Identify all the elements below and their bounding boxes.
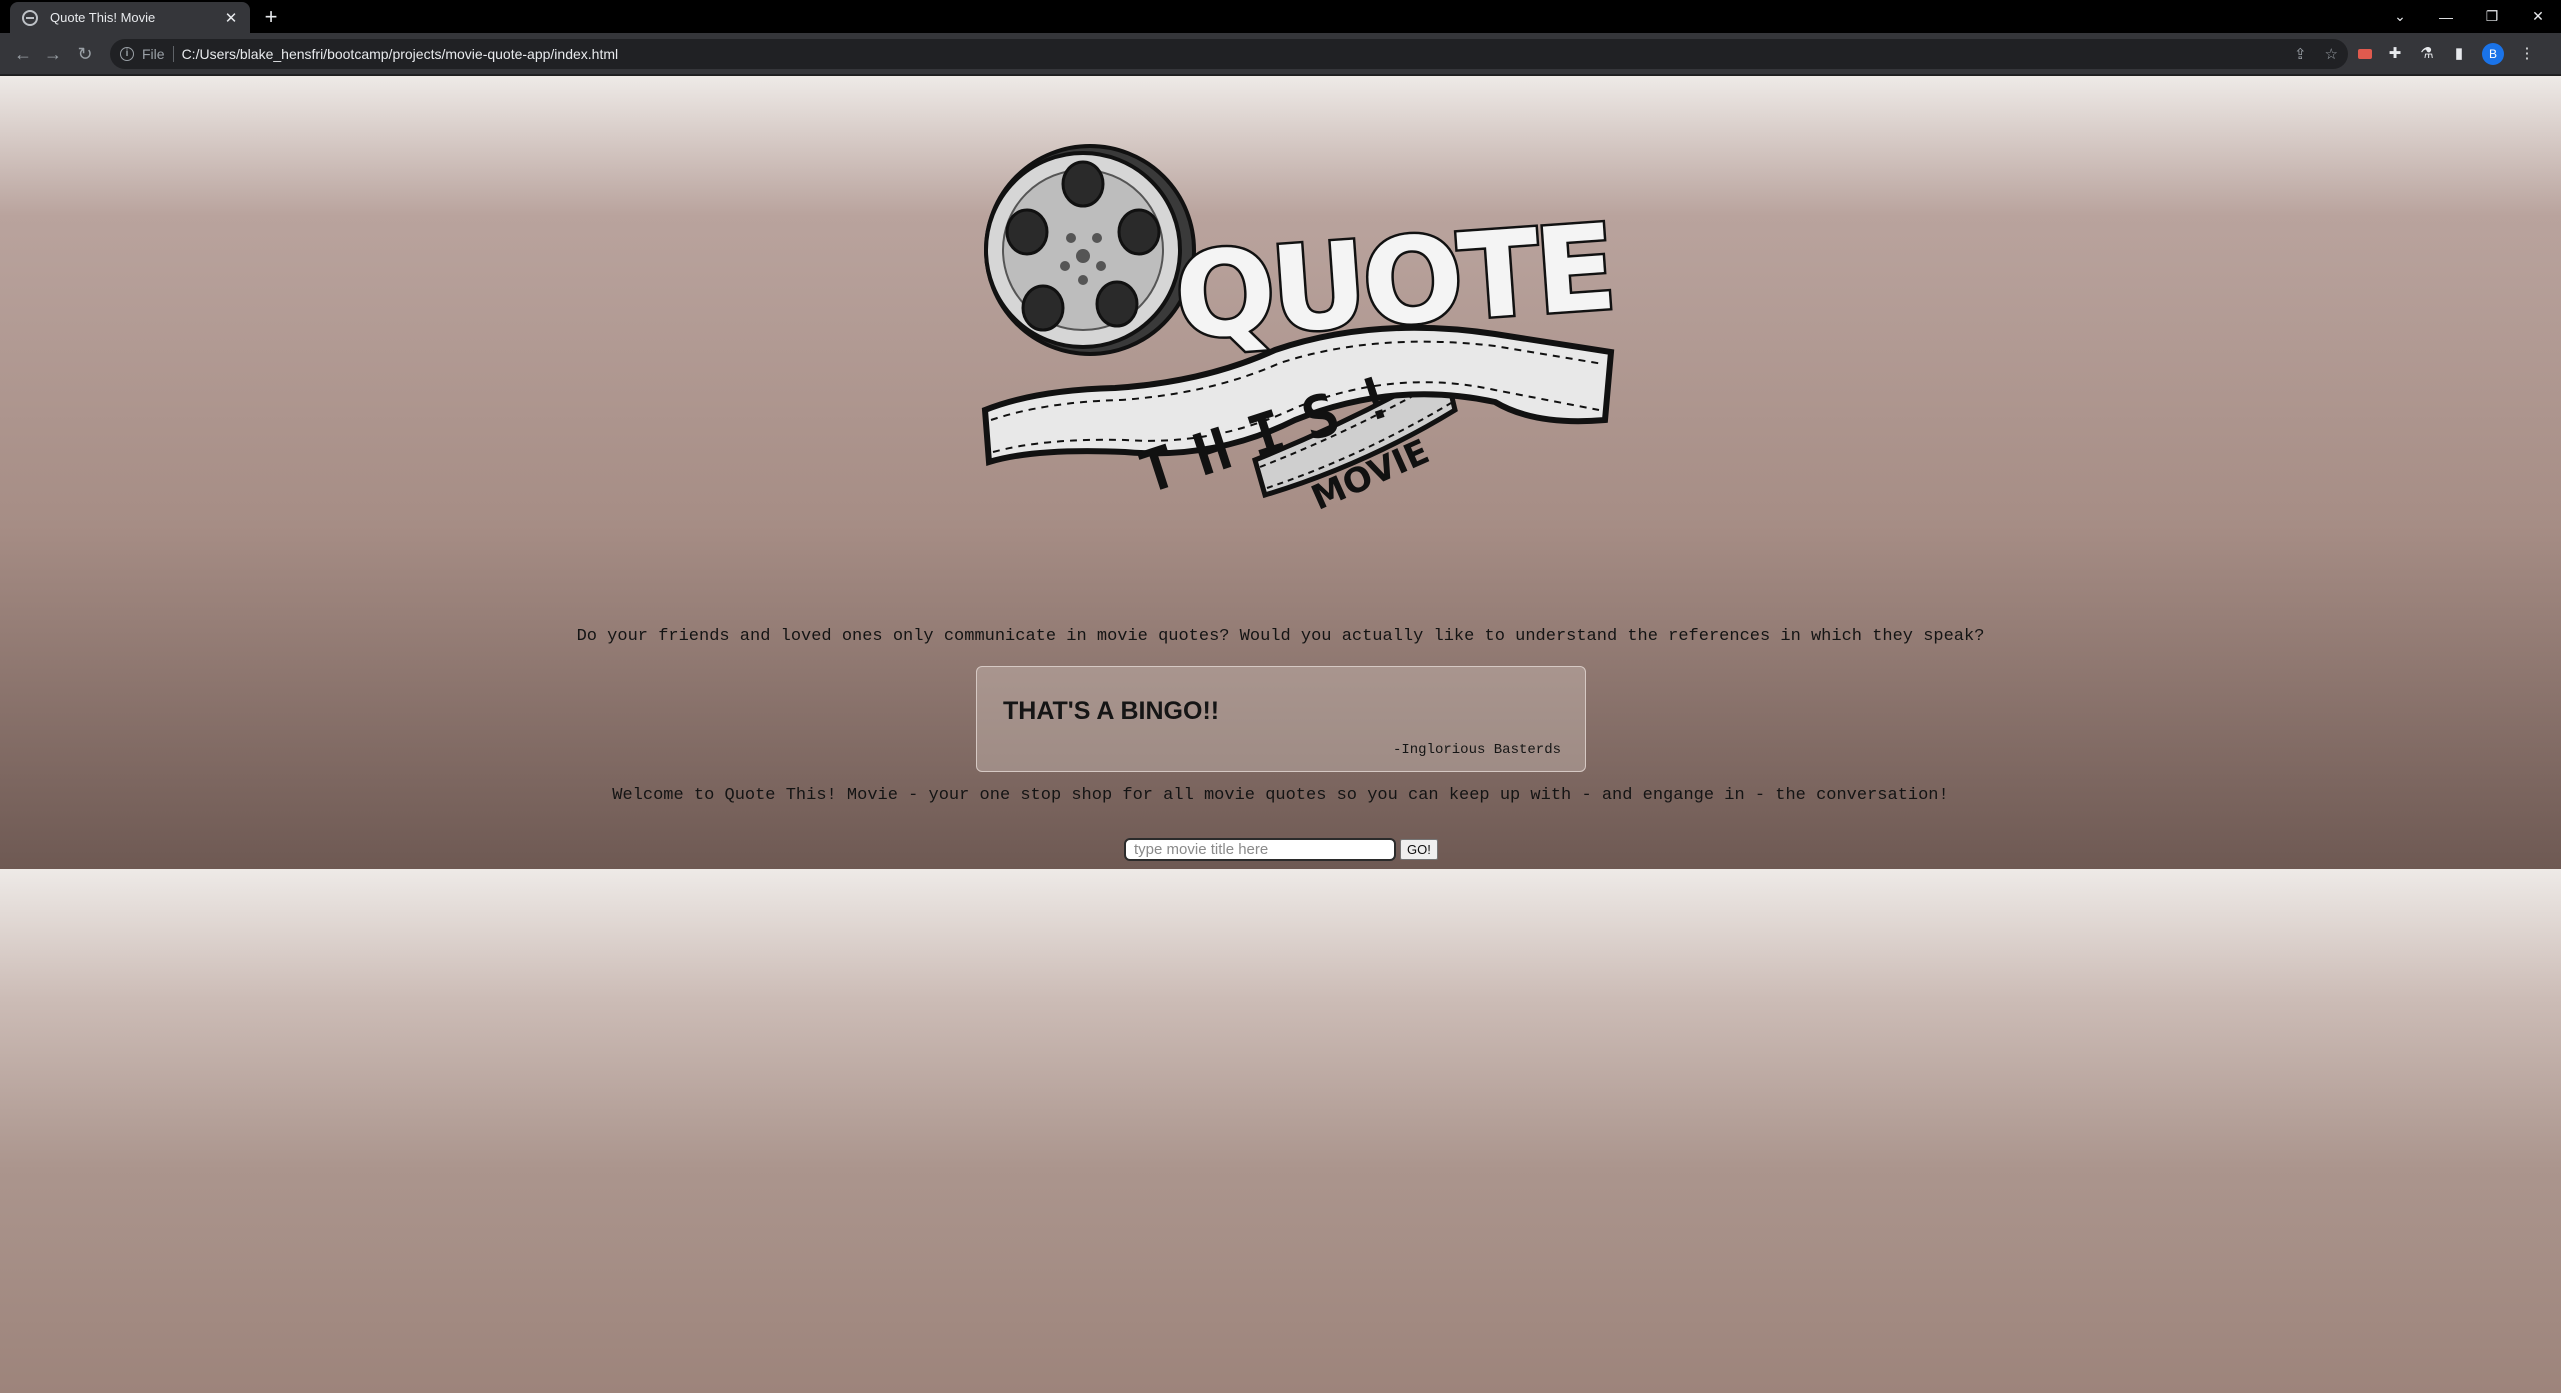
- new-tab-button[interactable]: +: [258, 4, 284, 30]
- quote-text: THAT'S A BINGO!!: [1003, 697, 1220, 725]
- tab-strip: Quote This! Movie ✕ + ⌄ — ❐ ✕: [0, 0, 2561, 33]
- restore-button[interactable]: ❐: [2469, 8, 2515, 25]
- page-viewport: QUOTE THIS! MOVIE Do your friends and lo…: [0, 76, 2561, 1393]
- welcome-text: Welcome to Quote This! Movie - your one …: [612, 786, 1949, 805]
- back-arrow-icon[interactable]: ←: [10, 41, 36, 67]
- forward-arrow-icon[interactable]: →: [40, 41, 66, 67]
- quote-card: THAT'S A BINGO!! -Inglorious Basterds: [976, 666, 1586, 772]
- extension-icon[interactable]: [2358, 49, 2372, 59]
- avatar[interactable]: B: [2482, 43, 2504, 65]
- flask-icon[interactable]: ⚗: [2418, 45, 2436, 63]
- window-controls: ⌄ — ❐ ✕: [2377, 0, 2561, 33]
- puzzle-icon[interactable]: ✚: [2386, 45, 2404, 63]
- browser-toolbar: ← → ↻ i File C:/Users/blake_hensfri/boot…: [0, 33, 2561, 75]
- share-icon[interactable]: ⇪: [2294, 45, 2307, 63]
- star-icon[interactable]: ☆: [2325, 45, 2338, 63]
- scheme-label: File: [142, 46, 174, 62]
- lower-background: [0, 869, 2561, 1393]
- close-icon[interactable]: ✕: [222, 9, 240, 27]
- address-bar[interactable]: i File C:/Users/blake_hensfri/bootcamp/p…: [110, 39, 2348, 69]
- intro-text: Do your friends and loved ones only comm…: [576, 627, 1985, 646]
- movie-title-input[interactable]: [1124, 838, 1396, 861]
- go-button[interactable]: GO!: [1400, 839, 1438, 860]
- tab-search-icon[interactable]: ⌄: [2377, 8, 2423, 25]
- extension-area: ✚ ⚗ ▮ B ⋮: [2358, 41, 2536, 67]
- kebab-menu-icon[interactable]: ⋮: [2518, 45, 2536, 63]
- globe-icon: [22, 9, 38, 26]
- side-panel-icon[interactable]: ▮: [2450, 45, 2468, 63]
- search-form: GO!: [1124, 838, 1438, 861]
- url-text[interactable]: C:/Users/blake_hensfri/bootcamp/projects…: [182, 46, 619, 62]
- tab-title: Quote This! Movie: [50, 10, 156, 25]
- reload-icon[interactable]: ↻: [72, 41, 98, 67]
- tab-active[interactable]: Quote This! Movie ✕: [10, 2, 250, 33]
- window-close-button[interactable]: ✕: [2515, 8, 2561, 25]
- minimize-button[interactable]: —: [2423, 9, 2469, 25]
- quote-source: -Inglorious Basterds: [1392, 742, 1561, 758]
- quote-this-movie-logo: QUOTE THIS! MOVIE: [981, 144, 1619, 519]
- film-reel-icon: [984, 144, 1196, 356]
- info-icon[interactable]: i: [120, 47, 134, 61]
